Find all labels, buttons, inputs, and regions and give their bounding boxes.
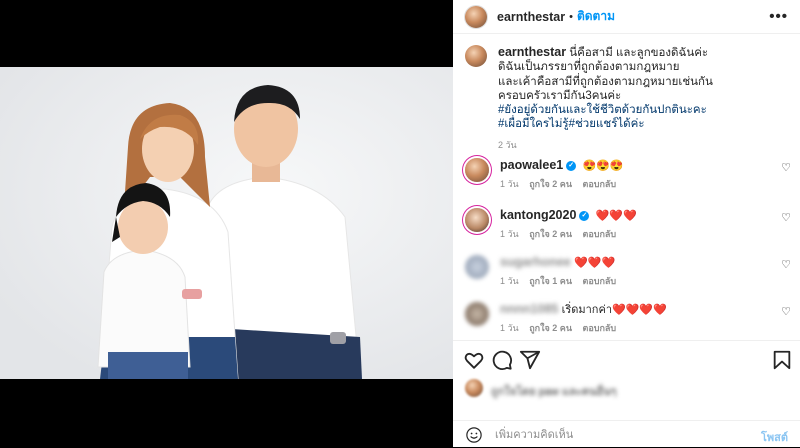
likes-text: ถูกใจโดย paw และคนอื่นๆ (491, 386, 617, 398)
reply-button[interactable]: ตอบกลับ (583, 229, 617, 239)
commenter-username[interactable]: sugarhonee (500, 255, 571, 269)
caption-author-avatar[interactable] (465, 45, 487, 67)
post-header: earnthestar • ติดตาม ••• (453, 0, 800, 34)
post-comment-button[interactable]: โพสต์ (761, 428, 788, 446)
commenter-avatar[interactable] (465, 158, 489, 182)
comment-item: nnnn1085 เริ่ดมากค่า❤️❤️❤️❤️ 1 วัน ถูกใจ… (465, 302, 795, 336)
comment-likes[interactable]: ถูกใจ 1 คน (529, 276, 572, 286)
liker-avatar (465, 379, 483, 397)
add-comment-bar: โพสต์ (453, 420, 800, 448)
comment-time[interactable]: 1 วัน (500, 179, 519, 189)
caption-line: earnthestar นี่คือสามี และลูกของดิฉันค่ะ (498, 45, 788, 60)
comment-item: kantong2020 ✓ ❤️❤️❤️ 1 วัน ถูกใจ 2 คน ตอบ… (465, 208, 795, 242)
comment-body: paowalee1 ✓ 😍😍😍 (500, 158, 624, 173)
comment-time[interactable]: 1 วัน (500, 323, 519, 333)
follow-button[interactable]: ติดตาม (577, 7, 615, 26)
heart-icon[interactable] (463, 349, 485, 371)
bookmark-icon[interactable] (771, 349, 793, 371)
post-sidebar: earnthestar • ติดตาม ••• earnthestar นี่… (453, 0, 800, 447)
comment-likes[interactable]: ถูกใจ 2 คน (529, 229, 572, 239)
author-avatar[interactable] (465, 5, 487, 28)
comment-meta: 1 วัน ถูกใจ 2 คน ตอบกลับ (500, 321, 624, 335)
caption-timestamp[interactable]: 2 วัน (498, 138, 788, 152)
comment-like-heart-icon[interactable]: ♡ (781, 305, 791, 318)
instagram-post-viewer: earnthestar • ติดตาม ••• earnthestar นี่… (0, 0, 800, 447)
comment-body: nnnn1085 เริ่ดมากค่า❤️❤️❤️❤️ (500, 302, 667, 317)
comment-item: sugarhonee ❤️❤️❤️ 1 วัน ถูกใจ 1 คน ตอบกล… (465, 255, 795, 289)
comment-text: ❤️❤️❤️ (595, 210, 637, 222)
comment-meta: 1 วัน ถูกใจ 2 คน ตอบกลับ (500, 227, 624, 241)
commenter-avatar[interactable] (465, 208, 489, 232)
add-comment-input[interactable] (493, 424, 747, 446)
comment-item: paowalee1 ✓ 😍😍😍 1 วัน ถูกใจ 2 คน ตอบกลับ … (465, 158, 795, 192)
hashtag-link[interactable]: #ยังอยู่ด้วยกันและใช้ชีวิตด้วยกันปกตินะค… (498, 103, 788, 117)
reply-button[interactable]: ตอบกลับ (583, 276, 617, 286)
verified-badge-icon: ✓ (579, 210, 590, 221)
caption-username[interactable]: earnthestar (498, 45, 566, 59)
likes-summary[interactable]: ถูกใจโดย paw และคนอื่นๆ (465, 378, 785, 402)
caption-line: ดิฉันเป็นภรรยาที่ถูกต้องตามกฎหมาย (498, 61, 680, 74)
comment-meta: 1 วัน ถูกใจ 2 คน ตอบกลับ (500, 177, 624, 191)
post-photo[interactable] (0, 67, 453, 379)
post-actions-bar (453, 340, 800, 375)
comment-text: เริ่ดมากค่า❤️❤️❤️❤️ (561, 304, 667, 316)
more-options-icon[interactable]: ••• (769, 8, 788, 25)
comment-text: 😍😍😍 (582, 160, 624, 172)
reply-button[interactable]: ตอบกลับ (583, 179, 617, 189)
comment-meta: 1 วัน ถูกใจ 1 คน ตอบกลับ (500, 274, 624, 288)
commenter-avatar[interactable] (465, 255, 489, 279)
comment-likes[interactable]: ถูกใจ 2 คน (529, 179, 572, 189)
comment-icon[interactable] (491, 349, 513, 371)
caption-line: และเค้าคือสามีที่ถูกต้องตามกฎหมายเช่นกัน (498, 75, 713, 88)
caption-body: earnthestar นี่คือสามี และลูกของดิฉันค่ะ… (498, 45, 788, 152)
emoji-icon[interactable] (465, 426, 483, 444)
separator-dot: • (569, 10, 573, 23)
comment-like-heart-icon[interactable]: ♡ (781, 258, 791, 271)
caption-text: นี่คือสามี และลูกของดิฉันค่ะ (569, 47, 709, 59)
commenter-username[interactable]: kantong2020 (500, 208, 576, 222)
comment-likes[interactable]: ถูกใจ 2 คน (529, 323, 572, 333)
hashtag-link[interactable]: #เผื่อมีใครไม่รู้#ช่วยแชร์ได้ค่ะ (498, 117, 788, 131)
verified-badge-icon: ✓ (566, 160, 577, 171)
family-photo-illustration (0, 67, 453, 379)
comment-body: sugarhonee ❤️❤️❤️ (500, 255, 615, 270)
comment-text: ❤️❤️❤️ (574, 257, 616, 269)
comment-time[interactable]: 1 วัน (500, 229, 519, 239)
comment-like-heart-icon[interactable]: ♡ (781, 161, 791, 174)
comment-like-heart-icon[interactable]: ♡ (781, 211, 791, 224)
commenter-username[interactable]: nnnn1085 (500, 302, 558, 316)
comment-body: kantong2020 ✓ ❤️❤️❤️ (500, 208, 637, 223)
author-username[interactable]: earnthestar (497, 10, 565, 24)
photo-pane (0, 0, 453, 447)
reply-button[interactable]: ตอบกลับ (583, 323, 617, 333)
comment-time[interactable]: 1 วัน (500, 276, 519, 286)
commenter-avatar[interactable] (465, 302, 489, 326)
share-icon[interactable] (519, 349, 541, 371)
caption-line: ครอบครัวเรามีกัน3คนค่ะ (498, 89, 622, 102)
commenter-username[interactable]: paowalee1 (500, 158, 563, 172)
